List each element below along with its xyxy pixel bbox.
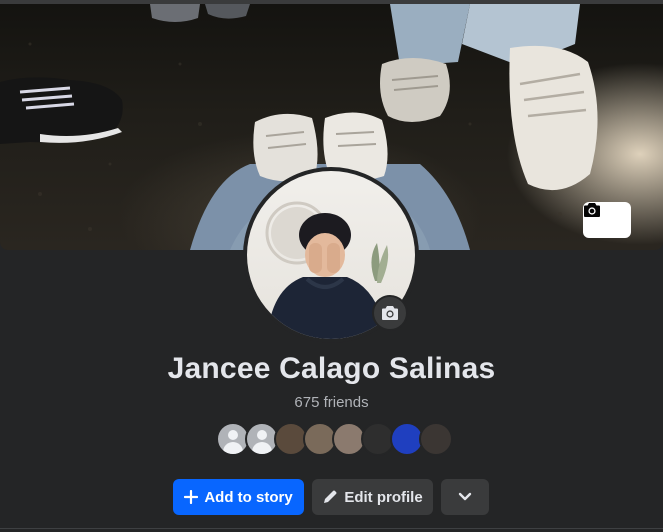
plus-icon xyxy=(184,490,199,504)
edit-profile-label: Edit profile xyxy=(344,488,423,506)
edit-profile-picture-button[interactable] xyxy=(372,295,408,331)
camera-icon xyxy=(382,306,398,320)
chevron-down-icon xyxy=(458,492,472,501)
add-to-story-button[interactable]: Add to story xyxy=(173,479,304,515)
friend-avatar[interactable] xyxy=(419,422,453,456)
camera-icon xyxy=(584,203,600,217)
friends-preview xyxy=(216,422,456,456)
edit-profile-button[interactable]: Edit profile xyxy=(312,479,433,515)
divider xyxy=(0,528,663,529)
profile-actions: Add to story Edit profile xyxy=(0,479,663,515)
more-options-button[interactable] xyxy=(441,479,489,515)
edit-cover-photo-button[interactable] xyxy=(583,202,631,238)
friends-count-link[interactable]: 675 friends xyxy=(0,394,663,411)
profile-name: Jancee Calago Salinas xyxy=(167,352,496,385)
pencil-icon xyxy=(322,489,338,505)
add-to-story-label: Add to story xyxy=(204,488,293,506)
